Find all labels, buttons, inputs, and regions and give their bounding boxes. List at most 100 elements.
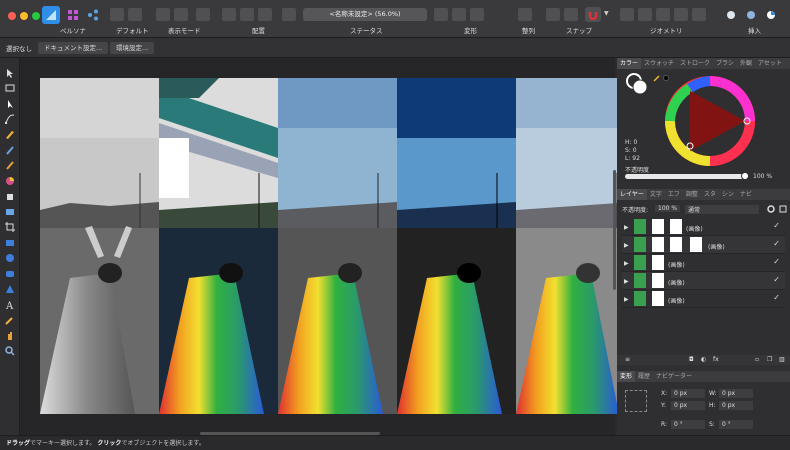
blend-mode-dropdown[interactable]: 通常 [685, 205, 759, 214]
color-picker-icon[interactable] [5, 176, 15, 186]
paint-brush-icon[interactable] [5, 160, 15, 170]
tab-navi[interactable]: ナビ [737, 189, 755, 200]
layer-opacity-field[interactable]: 100 % [655, 205, 681, 212]
w-field[interactable]: 0 px [719, 389, 753, 398]
adjustment-icon[interactable]: ◐ [701, 356, 706, 363]
layers-stack-icon[interactable]: ≡ [625, 356, 630, 363]
liquify-persona-button[interactable] [64, 6, 82, 24]
rotation-field[interactable]: 0 ° [671, 420, 705, 429]
layer-row[interactable]: ▶ (画像) ✓ [622, 218, 785, 236]
visibility-checkbox[interactable]: ✓ [773, 257, 780, 266]
visibility-checkbox[interactable]: ✓ [773, 221, 780, 230]
arrange-button-4[interactable] [282, 8, 296, 21]
trash-icon[interactable]: ▥ [779, 356, 785, 363]
canvas-area[interactable] [20, 58, 633, 435]
tab-adjust[interactable]: 調整 [683, 189, 701, 200]
tab-effects[interactable]: エフ [665, 189, 683, 200]
tab-transform[interactable]: 変形 [617, 371, 636, 382]
tab-symbols[interactable]: シン [719, 189, 737, 200]
disclosure-arrow-icon[interactable]: ▶ [624, 278, 629, 285]
photo-persona-button[interactable] [42, 6, 60, 24]
geometry-button-1[interactable] [620, 8, 634, 21]
gear-icon[interactable] [767, 205, 775, 213]
align-button[interactable] [518, 8, 532, 21]
view-mode-button-1[interactable] [156, 8, 170, 21]
tab-stroke[interactable]: ストローク [677, 58, 713, 69]
layer-row[interactable]: ▶ (画像) ✓ [622, 272, 785, 290]
zoom-tool-icon[interactable] [5, 346, 15, 356]
color-wheel[interactable] [665, 76, 755, 166]
pencil-tool-icon[interactable] [5, 129, 15, 139]
visibility-checkbox[interactable]: ✓ [773, 293, 780, 302]
zoom-window-button[interactable] [32, 12, 40, 20]
fx-icon[interactable]: fx [713, 356, 719, 363]
close-window-button[interactable] [8, 12, 16, 20]
tab-styles[interactable]: スタ [701, 189, 719, 200]
default-context-button[interactable] [128, 8, 142, 21]
pen-tool-icon[interactable] [5, 114, 15, 124]
node-tool-icon[interactable] [5, 99, 15, 109]
y-field[interactable]: 0 px [671, 401, 705, 410]
ellipse-tool-icon[interactable] [5, 253, 15, 263]
geometry-button-5[interactable] [692, 8, 706, 21]
opacity-slider-handle[interactable] [741, 172, 749, 180]
opacity-slider[interactable] [625, 174, 747, 179]
duplicate-icon[interactable]: ❐ [767, 356, 772, 363]
rounded-rect-tool-icon[interactable] [5, 269, 15, 279]
snap-toggle-1[interactable] [546, 8, 560, 21]
layer-row[interactable]: ▶ (画像) ✓ [622, 290, 785, 308]
new-layer-icon[interactable]: ▫ [755, 356, 759, 363]
insert-button-2[interactable] [742, 6, 760, 24]
insert-button-3[interactable] [762, 6, 780, 24]
mask-icon[interactable]: ◘ [689, 356, 694, 363]
arrange-button-3[interactable] [258, 8, 272, 21]
tab-swatches[interactable]: スウォッチ [641, 58, 677, 69]
shear-field[interactable]: 0 ° [719, 420, 753, 429]
arrange-button-2[interactable] [240, 8, 254, 21]
minimize-window-button[interactable] [20, 12, 28, 20]
move-tool-icon[interactable] [5, 68, 15, 78]
view-tool-icon[interactable] [5, 83, 15, 93]
disclosure-arrow-icon[interactable]: ▶ [624, 224, 629, 231]
layer-row[interactable]: ▶ (画像) ✓ [622, 236, 785, 254]
eyedropper-icon[interactable] [653, 74, 661, 82]
tab-layers[interactable]: レイヤー [617, 189, 647, 200]
view-mode-button-2[interactable] [174, 8, 188, 21]
tab-brush[interactable]: ブラシ [713, 58, 737, 69]
grid-icon[interactable] [779, 205, 787, 213]
triangle-tool-icon[interactable] [5, 284, 15, 294]
fill-tool-icon[interactable] [5, 191, 15, 201]
environment-settings-button[interactable]: 環境設定... [110, 42, 155, 54]
chevron-down-icon[interactable]: ▼ [604, 10, 609, 17]
visibility-checkbox[interactable]: ✓ [773, 239, 780, 248]
fill-stroke-swatch[interactable] [625, 72, 649, 96]
visibility-checkbox[interactable]: ✓ [773, 275, 780, 284]
h-field[interactable]: 0 px [719, 401, 753, 410]
snap-toggle-2[interactable] [564, 8, 578, 21]
disclosure-arrow-icon[interactable]: ▶ [624, 296, 629, 303]
eyedropper-icon[interactable] [5, 315, 15, 325]
view-mode-button-3[interactable] [196, 8, 210, 21]
hand-tool-icon[interactable] [5, 331, 15, 341]
text-tool-icon[interactable]: A [5, 300, 15, 310]
geometry-button-3[interactable] [656, 8, 670, 21]
anchor-selector[interactable] [625, 390, 647, 412]
gradient-tool-icon[interactable] [5, 207, 15, 217]
status-dropdown[interactable]: <名称未設定> (56.0%) [303, 8, 427, 21]
export-persona-button[interactable] [84, 6, 102, 24]
tab-history[interactable]: 履歴 [635, 371, 653, 382]
layer-row[interactable]: ▶ (画像) ✓ [622, 254, 785, 272]
tab-appearance[interactable]: 外観 [737, 58, 755, 69]
insert-button-1[interactable] [722, 6, 740, 24]
tab-color[interactable]: カラー [617, 58, 642, 69]
vertical-scrollbar[interactable] [613, 170, 616, 290]
document-settings-button[interactable]: ドキュメント設定... [38, 42, 109, 54]
transform-button-1[interactable] [434, 8, 448, 21]
snapping-button[interactable] [585, 7, 601, 22]
disclosure-arrow-icon[interactable]: ▶ [624, 260, 629, 267]
tab-navigator[interactable]: ナビゲーター [653, 371, 695, 382]
disclosure-arrow-icon[interactable]: ▶ [624, 242, 629, 249]
tab-assets[interactable]: アセット [755, 58, 785, 69]
geometry-button-4[interactable] [674, 8, 688, 21]
tab-text[interactable]: 文字 [647, 189, 665, 200]
